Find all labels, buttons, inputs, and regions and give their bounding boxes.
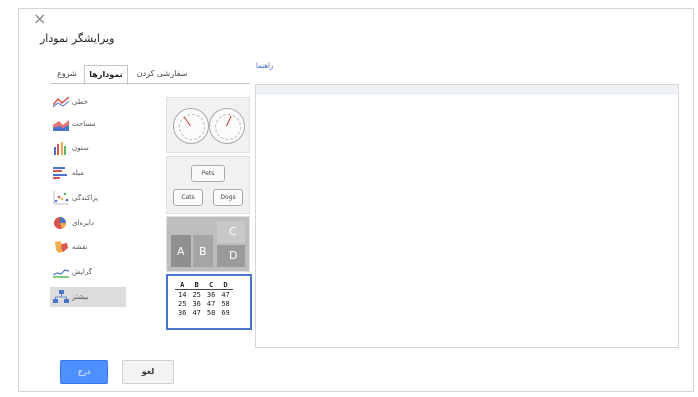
org-chart-thumbnail[interactable]: Pets Cats Dogs bbox=[166, 156, 250, 214]
dialog-title: ویرایشگر نمودار bbox=[40, 32, 115, 45]
chart-type-more[interactable]: بیشتر bbox=[50, 287, 126, 307]
chart-type-column[interactable]: ستون bbox=[50, 138, 126, 158]
table-chart-thumbnail[interactable]: ABCD 14 25 36 47 25 36 47 58 36 47 58 69 bbox=[166, 274, 252, 330]
table-header-row: ABCD bbox=[175, 280, 233, 290]
chart-type-label: ستون bbox=[72, 144, 89, 152]
line-chart-icon bbox=[53, 96, 69, 108]
chart-type-bar[interactable]: میله bbox=[50, 163, 126, 183]
trend-chart-icon bbox=[53, 269, 69, 278]
scatter-chart-icon bbox=[53, 191, 69, 205]
more-charts-icon bbox=[53, 290, 69, 303]
close-icon[interactable]: × bbox=[33, 11, 46, 27]
org-node-child: Cats bbox=[173, 189, 203, 206]
chart-type-area[interactable]: مساحت bbox=[50, 114, 126, 134]
pie-chart-icon bbox=[54, 217, 66, 229]
gauge-icon bbox=[209, 108, 245, 144]
chart-type-line[interactable]: خطی bbox=[50, 92, 126, 112]
area-chart-icon bbox=[53, 120, 69, 131]
org-node-child: Dogs bbox=[213, 189, 243, 206]
chart-type-trend[interactable]: گرایش bbox=[50, 262, 126, 282]
bar-chart-icon bbox=[53, 167, 67, 179]
chart-type-map[interactable]: نقشه bbox=[50, 237, 126, 257]
treemap-cell: B bbox=[193, 235, 213, 267]
treemap-cell: D bbox=[217, 245, 245, 267]
gauge-icon bbox=[173, 108, 209, 144]
chart-type-label: نقشه bbox=[72, 243, 88, 251]
cancel-button[interactable]: لغو bbox=[122, 360, 174, 384]
table-row: 14 25 36 47 bbox=[178, 290, 230, 299]
table-row: 36 47 58 69 bbox=[178, 308, 230, 317]
chart-type-label: پراکندگی bbox=[72, 194, 99, 202]
treemap-cell: C bbox=[217, 221, 245, 243]
chart-type-label: میله bbox=[72, 169, 84, 177]
treemap-cell: A bbox=[171, 235, 191, 267]
table-row: 25 36 47 58 bbox=[178, 299, 230, 308]
chart-type-scatter[interactable]: پراکندگی bbox=[50, 188, 126, 208]
chart-type-label: دایره‌ای bbox=[72, 219, 94, 227]
insert-button[interactable]: درج bbox=[60, 360, 108, 384]
map-chart-icon bbox=[55, 241, 68, 253]
treemap-chart-thumbnail[interactable]: A B C D bbox=[166, 216, 250, 272]
tab-customize[interactable]: سفارشی کردن bbox=[132, 65, 192, 83]
chart-type-pie[interactable]: دایره‌ای bbox=[50, 213, 126, 233]
tab-divider bbox=[50, 83, 250, 84]
chart-type-label: خطی bbox=[72, 98, 88, 106]
chart-preview-pane bbox=[255, 84, 679, 348]
chart-type-label: گرایش bbox=[72, 268, 93, 276]
tab-charts[interactable]: نمودارها bbox=[84, 65, 128, 85]
chart-type-label: بیشتر bbox=[72, 293, 89, 301]
preview-header-bar bbox=[256, 85, 678, 94]
mini-table: ABCD 14 25 36 47 25 36 47 58 36 47 58 69 bbox=[175, 280, 233, 317]
help-link[interactable]: راهنما bbox=[256, 62, 273, 70]
tab-start[interactable]: شروع bbox=[50, 65, 84, 83]
gauge-chart-thumbnail[interactable] bbox=[166, 97, 250, 153]
column-chart-icon bbox=[54, 142, 66, 155]
chart-type-label: مساحت bbox=[72, 120, 96, 128]
org-node-root: Pets bbox=[191, 165, 225, 182]
